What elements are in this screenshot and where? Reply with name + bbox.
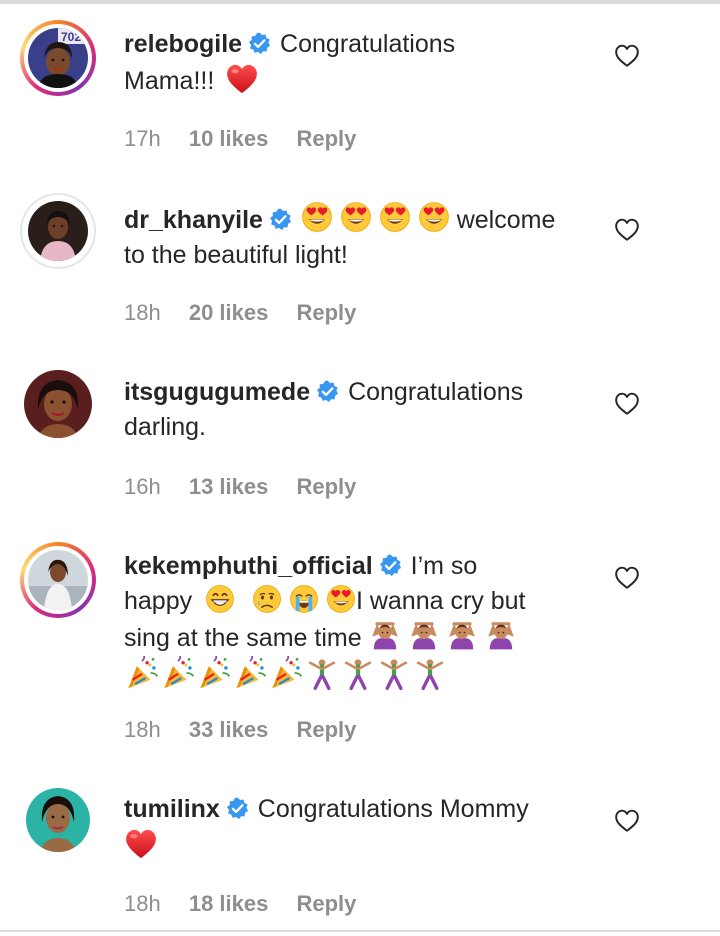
timestamp: 18h <box>124 891 161 916</box>
heart-outline-icon[interactable] <box>614 808 640 834</box>
reply-button[interactable]: Reply <box>296 717 356 742</box>
verified-badge-icon <box>269 208 292 231</box>
person-gesturing-no-emoji <box>485 619 517 651</box>
likes-count[interactable]: 33 likes <box>189 717 269 742</box>
avatar[interactable] <box>28 550 88 610</box>
username[interactable]: dr_khanyile <box>124 206 263 234</box>
heart-eyes-emoji <box>301 201 333 233</box>
sobbing-emoji <box>289 584 319 614</box>
comment-meta: 18h 33 likes Reply <box>124 717 378 743</box>
heart-outline-icon[interactable] <box>614 43 640 69</box>
username[interactable]: kekemphuthi_official <box>124 552 373 580</box>
party-popper-emoji <box>124 656 160 690</box>
comment-body: Congratulations <box>348 378 524 406</box>
comment-meta: 18h 18 likes Reply <box>124 891 378 917</box>
party-popper-emoji <box>268 656 304 690</box>
person-gesturing-no-emoji <box>408 619 440 651</box>
party-popper-emoji <box>232 656 268 690</box>
verified-badge-icon <box>226 797 249 820</box>
crying-emoji <box>252 584 282 614</box>
party-popper-emoji <box>196 656 232 690</box>
likes-count[interactable]: 13 likes <box>189 474 269 499</box>
username[interactable]: itsgugugumede <box>124 378 310 406</box>
comment-body-cont: Mama!!! <box>124 67 215 95</box>
avatar[interactable] <box>26 788 90 852</box>
username[interactable]: tumilinx <box>124 795 220 823</box>
heart-outline-icon[interactable] <box>614 391 640 417</box>
person-gesturing-no-emoji <box>369 619 401 651</box>
heart-outline-icon[interactable] <box>614 217 640 243</box>
heart-eyes-emoji <box>379 201 411 233</box>
comment-body-cont: happy <box>124 587 193 615</box>
reply-button[interactable]: Reply <box>296 126 356 151</box>
comment-text: dr_khanyile welcome to the beautiful lig… <box>124 201 594 273</box>
comment-text: kekemphuthi_official I’m so happy I wann… <box>124 549 594 695</box>
timestamp: 17h <box>124 126 161 151</box>
comment-body-cont: darling. <box>124 413 206 441</box>
verified-badge-icon <box>316 380 339 403</box>
top-divider <box>0 0 720 4</box>
comment-body: I’m so <box>410 552 478 580</box>
verified-badge-icon <box>379 554 402 577</box>
comment-text: tumilinx Congratulations Mommy <box>124 792 594 864</box>
comment-body-cont3: sing at the same time <box>124 624 362 652</box>
avatar[interactable] <box>24 370 92 438</box>
timestamp: 16h <box>124 474 161 499</box>
likes-count[interactable]: 10 likes <box>189 126 269 151</box>
red-heart-emoji <box>124 827 158 861</box>
comment-body: Congratulations Mommy <box>257 795 529 823</box>
comment-body: Congratulations <box>280 30 456 58</box>
heart-eyes-emoji <box>326 584 356 614</box>
heart-outline-icon[interactable] <box>614 565 640 591</box>
timestamp: 18h <box>124 717 161 742</box>
avatar[interactable] <box>28 201 88 261</box>
likes-count[interactable]: 18 likes <box>189 891 269 916</box>
likes-count[interactable]: 20 likes <box>189 300 269 325</box>
cartwheel-emoji <box>376 656 412 690</box>
heart-eyes-emoji <box>340 201 372 233</box>
red-heart-emoji <box>225 62 259 96</box>
person-gesturing-no-emoji <box>446 619 478 651</box>
comment-meta: 18h 20 likes Reply <box>124 300 378 326</box>
comment-body: welcome <box>456 206 556 234</box>
reply-button[interactable]: Reply <box>296 474 356 499</box>
grinning-emoji <box>205 584 235 614</box>
party-popper-emoji <box>160 656 196 690</box>
comment-text: itsgugugumede Congratulations darling. <box>124 375 594 445</box>
timestamp: 18h <box>124 300 161 325</box>
heart-eyes-emoji <box>418 201 450 233</box>
comment-text: relebogile Congratulations Mama!!! <box>124 27 594 99</box>
avatar[interactable]: 702 <box>28 28 88 88</box>
cartwheel-emoji <box>412 656 448 690</box>
comment-meta: 17h 10 likes Reply <box>124 126 378 152</box>
comment-body-cont2: I wanna cry but <box>355 587 526 615</box>
username[interactable]: relebogile <box>124 30 242 58</box>
comment-meta: 16h 13 likes Reply <box>124 474 378 500</box>
verified-badge-icon <box>248 32 271 55</box>
reply-button[interactable]: Reply <box>296 891 356 916</box>
bottom-divider <box>0 930 720 932</box>
cartwheel-emoji <box>340 656 376 690</box>
cartwheel-emoji <box>304 656 340 690</box>
reply-button[interactable]: Reply <box>296 300 356 325</box>
comment-body-cont: to the beautiful light! <box>124 241 348 269</box>
